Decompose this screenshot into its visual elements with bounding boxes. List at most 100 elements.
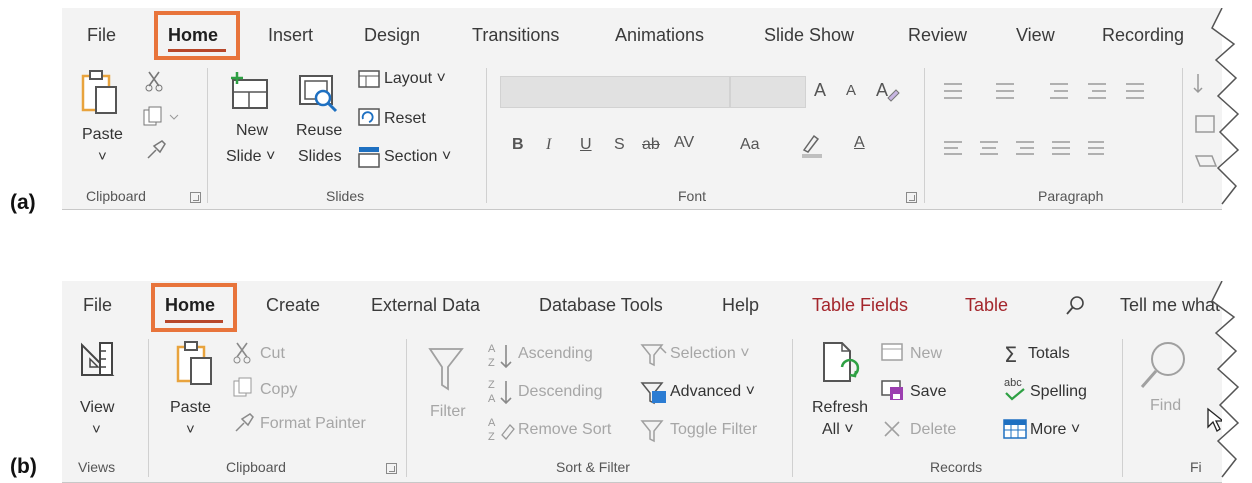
tab-create[interactable]: Create <box>266 295 320 316</box>
filter-icon[interactable] <box>428 345 464 395</box>
tab-database-tools[interactable]: Database Tools <box>539 295 663 316</box>
paste-dropdown-arrow[interactable]: ˅ <box>186 421 195 438</box>
tab-recording[interactable]: Recording <box>1102 25 1184 46</box>
totals-label[interactable]: Totals <box>1028 345 1070 363</box>
save-record-icon[interactable] <box>880 379 906 403</box>
view-dropdown-arrow[interactable]: ˅ <box>92 421 101 438</box>
strikethrough-button[interactable]: ab <box>642 136 660 154</box>
new-record-icon[interactable] <box>880 341 906 365</box>
tab-external-data[interactable]: External Data <box>371 295 480 316</box>
paste-icon[interactable] <box>79 68 123 118</box>
clipboard-dialog-launcher-icon[interactable] <box>190 192 201 203</box>
find-label[interactable]: Find <box>1150 397 1181 415</box>
new-slide-icon[interactable] <box>227 70 271 112</box>
italic-button[interactable]: I <box>546 136 551 154</box>
view-label[interactable]: View <box>80 399 114 417</box>
ribbon-b: File Home Create External Data Database … <box>62 281 1222 483</box>
tab-help[interactable]: Help <box>722 295 759 316</box>
reset-icon[interactable] <box>358 108 380 126</box>
tab-review[interactable]: Review <box>908 25 967 46</box>
tab-animations[interactable]: Animations <box>615 25 704 46</box>
paragraph-align-icons[interactable] <box>940 138 1140 160</box>
svg-text:A: A <box>488 417 496 429</box>
format-painter-label[interactable]: Format Painter <box>260 415 366 433</box>
copy-label[interactable]: Copy <box>260 381 297 399</box>
toggle-filter-icon[interactable] <box>640 417 668 445</box>
new-slide-label-1[interactable]: New <box>236 122 268 140</box>
section-icon[interactable] <box>358 146 380 168</box>
tab-table-fields[interactable]: Table Fields <box>812 295 908 316</box>
format-painter-icon[interactable] <box>144 138 168 162</box>
highlight-color-icon[interactable] <box>800 132 824 160</box>
paragraph-list-icons[interactable] <box>940 78 1176 104</box>
cut-label[interactable]: Cut <box>260 345 285 363</box>
format-painter-icon[interactable] <box>232 411 256 435</box>
refresh-all-label-1[interactable]: Refresh <box>812 399 868 417</box>
tab-view[interactable]: View <box>1016 25 1055 46</box>
new-slide-label-2[interactable]: Slide ˅ <box>226 148 275 166</box>
more-label[interactable]: More ˅ <box>1030 421 1080 439</box>
paste-icon[interactable] <box>174 339 218 389</box>
save-record-label[interactable]: Save <box>910 383 946 401</box>
tab-file[interactable]: File <box>83 295 112 316</box>
find-icon[interactable] <box>1138 339 1190 395</box>
tab-transitions[interactable]: Transitions <box>472 25 559 46</box>
selection-icon[interactable] <box>640 341 668 369</box>
refresh-all-icon[interactable] <box>820 341 864 391</box>
cut-icon[interactable] <box>232 341 254 365</box>
tab-design[interactable]: Design <box>364 25 420 46</box>
tab-insert[interactable]: Insert <box>268 25 313 46</box>
copy-icon[interactable] <box>232 377 254 399</box>
change-case-button[interactable]: Aa <box>740 136 760 154</box>
spelling-label[interactable]: Spelling <box>1030 383 1087 401</box>
shrink-font-icon[interactable]: A <box>846 82 856 99</box>
ascending-label[interactable]: Ascending <box>518 345 593 363</box>
reuse-slides-icon[interactable] <box>298 74 344 116</box>
bold-button[interactable]: B <box>512 136 524 154</box>
more-icon[interactable] <box>1002 417 1028 443</box>
grow-font-icon[interactable]: A <box>814 80 826 101</box>
new-record-label[interactable]: New <box>910 345 942 363</box>
paste-dropdown-arrow[interactable]: ˅ <box>98 148 107 165</box>
underline-button[interactable]: U <box>580 136 592 154</box>
advanced-label[interactable]: Advanced ˅ <box>670 383 755 401</box>
font-color-button[interactable]: A <box>854 134 865 152</box>
reset-label[interactable]: Reset <box>384 110 426 128</box>
reuse-slides-label-1[interactable]: Reuse <box>296 122 342 140</box>
paste-label[interactable]: Paste <box>82 126 123 144</box>
layout-label[interactable]: Layout ˅ <box>384 70 446 88</box>
clipboard-dialog-launcher-icon[interactable] <box>386 463 397 474</box>
spelling-icon[interactable]: abc <box>1002 375 1028 403</box>
sort-ascending-icon[interactable]: A Z <box>486 341 518 371</box>
font-size-combo[interactable] <box>730 76 806 108</box>
view-icon[interactable] <box>78 339 118 381</box>
advanced-filter-icon[interactable] <box>640 379 670 407</box>
tab-slide-show[interactable]: Slide Show <box>764 25 854 46</box>
selection-label[interactable]: Selection ˅ <box>670 345 750 363</box>
totals-icon[interactable]: Σ <box>1002 341 1026 367</box>
search-icon[interactable] <box>1064 295 1086 317</box>
group-label-paragraph: Paragraph <box>1038 188 1104 204</box>
cut-icon[interactable] <box>144 70 166 92</box>
delete-record-label[interactable]: Delete <box>910 421 956 439</box>
copy-icon[interactable] <box>142 106 182 128</box>
toggle-filter-label[interactable]: Toggle Filter <box>670 421 757 439</box>
sort-descending-icon[interactable]: Z A <box>486 377 518 407</box>
paste-label[interactable]: Paste <box>170 399 211 417</box>
tab-table[interactable]: Table <box>965 295 1008 316</box>
clear-formatting-icon[interactable]: A <box>874 78 900 102</box>
tab-file[interactable]: File <box>87 25 116 46</box>
section-label[interactable]: Section ˅ <box>384 148 451 166</box>
font-dialog-launcher-icon[interactable] <box>906 192 917 203</box>
filter-label[interactable]: Filter <box>430 403 466 421</box>
text-shadow-button[interactable]: S <box>614 136 625 154</box>
descending-label[interactable]: Descending <box>518 383 603 401</box>
layout-icon[interactable] <box>358 70 380 88</box>
delete-record-icon[interactable] <box>882 419 904 441</box>
reuse-slides-label-2[interactable]: Slides <box>298 148 342 166</box>
remove-sort-icon[interactable]: A Z <box>486 415 518 445</box>
character-spacing-button[interactable]: AV <box>674 134 694 152</box>
remove-sort-label[interactable]: Remove Sort <box>518 421 611 439</box>
refresh-all-label-2[interactable]: All ˅ <box>822 421 854 439</box>
font-name-combo[interactable] <box>500 76 730 108</box>
